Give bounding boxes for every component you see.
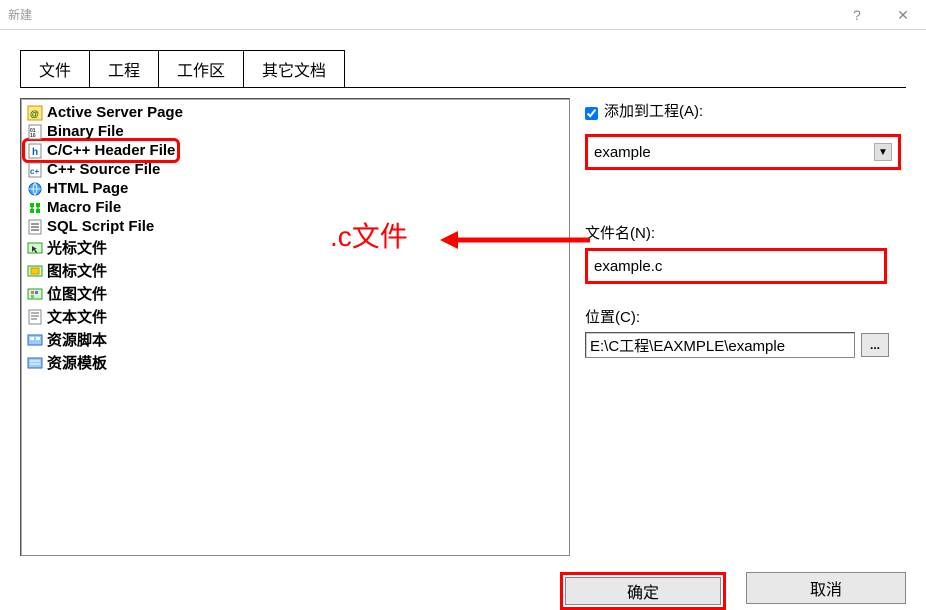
file-type-item[interactable]: 位图文件 (25, 282, 565, 305)
html-icon (27, 181, 43, 197)
window-title: 新建 (8, 6, 32, 23)
svg-text:h: h (32, 147, 38, 158)
tab-other[interactable]: 其它文档 (243, 50, 345, 87)
file-type-item[interactable]: c+ C++ Source File (25, 160, 565, 179)
file-type-item[interactable]: 资源模板 (25, 351, 565, 374)
file-type-item[interactable]: SQL Script File (25, 217, 565, 236)
browse-button[interactable]: ... (861, 333, 889, 357)
filename-label: 文件名(N): (585, 222, 906, 243)
content-area: @ Active Server Page 0110 Binary File h … (20, 87, 906, 556)
cancel-button[interactable]: 取消 (746, 572, 906, 604)
file-type-item[interactable]: 资源脚本 (25, 328, 565, 351)
file-type-item[interactable]: 图标文件 (25, 259, 565, 282)
help-button[interactable]: ? (834, 0, 880, 30)
svg-text:c+: c+ (30, 167, 39, 176)
resource-icon (27, 332, 43, 348)
file-type-item[interactable]: HTML Page (25, 179, 565, 198)
add-to-project-group: 添加到工程(A): example ▼ (585, 100, 906, 170)
text-icon (27, 309, 43, 325)
add-to-project-label: 添加到工程(A): (604, 100, 703, 121)
titlebar-buttons: ? ✕ (834, 0, 926, 30)
ok-button[interactable]: 确定 (565, 577, 721, 605)
add-to-project-checkbox[interactable] (585, 107, 598, 120)
template-icon (27, 355, 43, 371)
header-icon: h (27, 143, 43, 159)
ok-button-highlight: 确定 (560, 572, 726, 610)
svg-text:@: @ (30, 109, 39, 119)
location-input[interactable]: E:\C工程\EAXMPLE\example (585, 332, 855, 358)
macro-icon (27, 200, 43, 216)
cpp-icon: c+ (27, 162, 43, 178)
file-type-item[interactable]: 文本文件 (25, 305, 565, 328)
titlebar: 新建 ? ✕ (0, 0, 926, 30)
tab-workspace[interactable]: 工作区 (158, 50, 244, 87)
tab-file[interactable]: 文件 (20, 50, 90, 87)
file-type-item[interactable]: 光标文件 (25, 236, 565, 259)
icon-file-icon (27, 263, 43, 279)
tabs: 文件 工程 工作区 其它文档 (0, 30, 926, 87)
file-type-item[interactable]: Macro File (25, 198, 565, 217)
bitmap-icon (27, 286, 43, 302)
svg-text:10: 10 (30, 133, 36, 139)
cursor-icon (27, 240, 43, 256)
location-label: 位置(C): (585, 306, 906, 327)
tab-project[interactable]: 工程 (89, 50, 159, 87)
file-type-item[interactable]: 0110 Binary File (25, 122, 565, 141)
file-type-item[interactable]: @ Active Server Page (25, 103, 565, 122)
binary-icon: 0110 (27, 124, 43, 140)
dialog-buttons: 确定 取消 (0, 562, 926, 610)
project-dropdown-highlight: example ▼ (585, 134, 901, 170)
sql-icon (27, 219, 43, 235)
project-dropdown[interactable]: example ▼ (590, 139, 896, 165)
chevron-down-icon: ▼ (874, 143, 892, 161)
right-panel: 添加到工程(A): example ▼ 文件名(N): example.c 位置… (585, 98, 906, 556)
close-button[interactable]: ✕ (880, 0, 926, 30)
filename-input[interactable]: example.c (590, 253, 882, 279)
file-type-list[interactable]: @ Active Server Page 0110 Binary File h … (20, 98, 570, 556)
filename-input-highlight: example.c (585, 248, 887, 284)
asp-icon: @ (27, 105, 43, 121)
location-group: 位置(C): E:\C工程\EAXMPLE\example ... (585, 306, 906, 358)
filename-group: 文件名(N): example.c (585, 222, 906, 284)
